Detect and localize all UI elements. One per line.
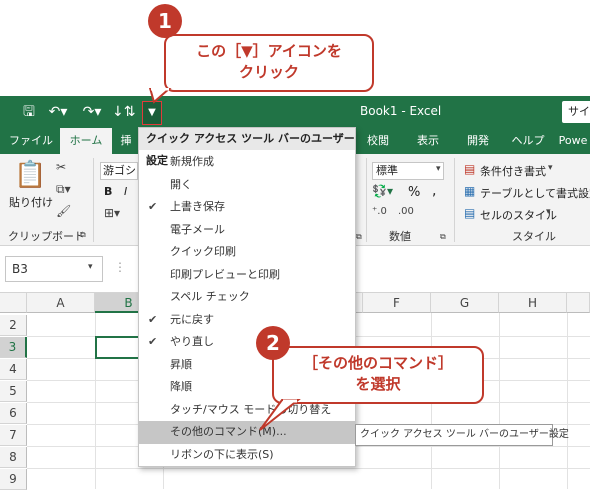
italic-button[interactable]: I <box>124 185 127 198</box>
select-all-corner[interactable] <box>0 293 27 313</box>
paste-icon[interactable]: 📋 <box>14 160 46 190</box>
callout-line: を選択 <box>355 375 401 393</box>
chevron-down-icon[interactable]: ▾ <box>436 164 441 174</box>
clipboard-group-label: クリップボード <box>8 230 85 243</box>
menu-item-new[interactable]: 新規作成 <box>139 151 355 174</box>
step-badge: 1 <box>148 4 182 38</box>
tab-review[interactable]: 校閲 <box>358 128 398 154</box>
callout-line: ［その他のコマンド］ <box>302 354 453 372</box>
menu-item-open[interactable]: 開く <box>139 174 355 197</box>
format-painter-icon[interactable]: 🖌 <box>56 204 71 218</box>
bold-button[interactable]: B <box>104 185 112 198</box>
menu-item-undo[interactable]: ✔ 元に戻す <box>139 309 355 332</box>
dialog-launcher-icon[interactable]: ⧉ <box>440 232 446 242</box>
dialog-launcher-icon[interactable]: ⧉ <box>80 230 86 240</box>
tab-insert[interactable]: 挿 <box>116 128 136 154</box>
column-header[interactable]: G <box>431 293 499 313</box>
menu-item-quick-print[interactable]: クイック印刷 <box>139 241 355 264</box>
menu-item-email[interactable]: 電子メール <box>139 219 355 242</box>
customize-qat-dropdown-icon[interactable]: ▼ <box>142 101 162 125</box>
column-header[interactable] <box>567 293 590 313</box>
dialog-launcher-icon[interactable]: ⧉ <box>356 232 362 242</box>
percent-button[interactable]: % <box>408 185 420 200</box>
row-header[interactable]: 7 <box>0 425 27 446</box>
callout-step-1: この［▼］アイコンを クリック <box>164 34 374 92</box>
styles-group-label: スタイル <box>512 230 556 243</box>
table-icon[interactable]: ▦ <box>464 184 475 198</box>
tab-home[interactable]: ホーム <box>60 128 112 154</box>
conditional-format-button[interactable]: 条件付き書式 <box>480 163 546 179</box>
tab-help[interactable]: ヘルプ <box>506 128 550 154</box>
callout-line: この［▼］アイコンを <box>196 42 342 60</box>
row-header[interactable]: 3 <box>0 337 27 358</box>
callout-pointer <box>259 399 301 431</box>
row-header[interactable]: 2 <box>0 315 27 336</box>
search-box[interactable]: サイ <box>562 101 590 123</box>
undo-icon[interactable]: ↶▾ <box>46 103 70 121</box>
chevron-down-icon[interactable]: ▾ <box>548 163 553 173</box>
font-name-box[interactable]: 游ゴシッ <box>100 162 138 180</box>
menu-item-save[interactable]: ✔ 上書き保存 <box>139 196 355 219</box>
column-header[interactable]: H <box>499 293 567 313</box>
callout-line: クリック <box>238 63 299 81</box>
tab-power[interactable]: Powe <box>556 128 590 154</box>
more-icon[interactable]: ⋮ <box>114 260 126 274</box>
callout-pointer <box>148 88 172 104</box>
row-header[interactable]: 4 <box>0 359 27 380</box>
tab-file[interactable]: ファイル <box>8 128 54 154</box>
copy-icon[interactable]: ⧉▾ <box>56 182 71 197</box>
column-header[interactable]: F <box>363 293 431 313</box>
save-icon[interactable]: 🖫 <box>20 103 38 121</box>
menu-item-print-preview[interactable]: 印刷プレビューと印刷 <box>139 264 355 287</box>
number-format-box[interactable]: 標準 <box>372 162 444 180</box>
checkmark-icon: ✔ <box>148 312 158 326</box>
tab-view[interactable]: 表示 <box>406 128 450 154</box>
decrease-decimal-icon[interactable]: .00 <box>398 206 414 217</box>
menu-item-show-below-ribbon[interactable]: リボンの下に表示(S) <box>139 444 355 467</box>
row-header[interactable]: 8 <box>0 447 27 468</box>
currency-icon[interactable]: 💱▾ <box>372 184 393 198</box>
sort-icon[interactable]: ↓⇅ <box>112 103 135 121</box>
tooltip: クイック アクセス ツール バーのユーザー設定 <box>355 424 569 446</box>
menu-header: クイック アクセス ツール バーのユーザー設定 <box>139 128 355 167</box>
checkmark-icon: ✔ <box>148 335 158 348</box>
cut-icon[interactable]: ✂ <box>56 160 66 174</box>
cell-style-icon[interactable]: ▤ <box>464 206 475 220</box>
format-as-table-button[interactable]: テーブルとして書式設定 <box>480 185 590 201</box>
conditional-format-icon[interactable]: ▤ <box>464 162 475 176</box>
menu-item-spell-check[interactable]: スペル チェック <box>139 286 355 309</box>
redo-icon[interactable]: ↷▾ <box>80 103 104 121</box>
callout-step-2: ［その他のコマンド］ を選択 <box>272 346 484 404</box>
window-title: Book1 - Excel <box>360 104 442 118</box>
chevron-down-icon[interactable]: ▾ <box>546 207 551 217</box>
checkmark-icon: ✔ <box>148 200 158 213</box>
border-icon[interactable]: ⊞▾ <box>104 206 120 220</box>
customize-qat-menu: クイック アクセス ツール バーのユーザー設定 新規作成 開く ✔ 上書き保存 電… <box>138 127 356 467</box>
chevron-down-icon[interactable]: ▾ <box>88 262 93 272</box>
row-header[interactable]: 5 <box>0 381 27 402</box>
menu-item-more-commands[interactable]: その他のコマンド(M)... <box>139 421 355 444</box>
step-badge: 2 <box>256 326 290 360</box>
comma-button[interactable]: , <box>432 183 436 199</box>
tab-developer[interactable]: 開発 <box>456 128 500 154</box>
row-header[interactable]: 6 <box>0 403 27 424</box>
column-header[interactable]: A <box>27 293 95 313</box>
number-group-label: 数値 <box>389 230 411 243</box>
increase-decimal-icon[interactable]: ⁺.0 <box>372 206 387 217</box>
row-header[interactable]: 9 <box>0 469 27 490</box>
paste-label[interactable]: 貼り付け <box>9 194 53 210</box>
